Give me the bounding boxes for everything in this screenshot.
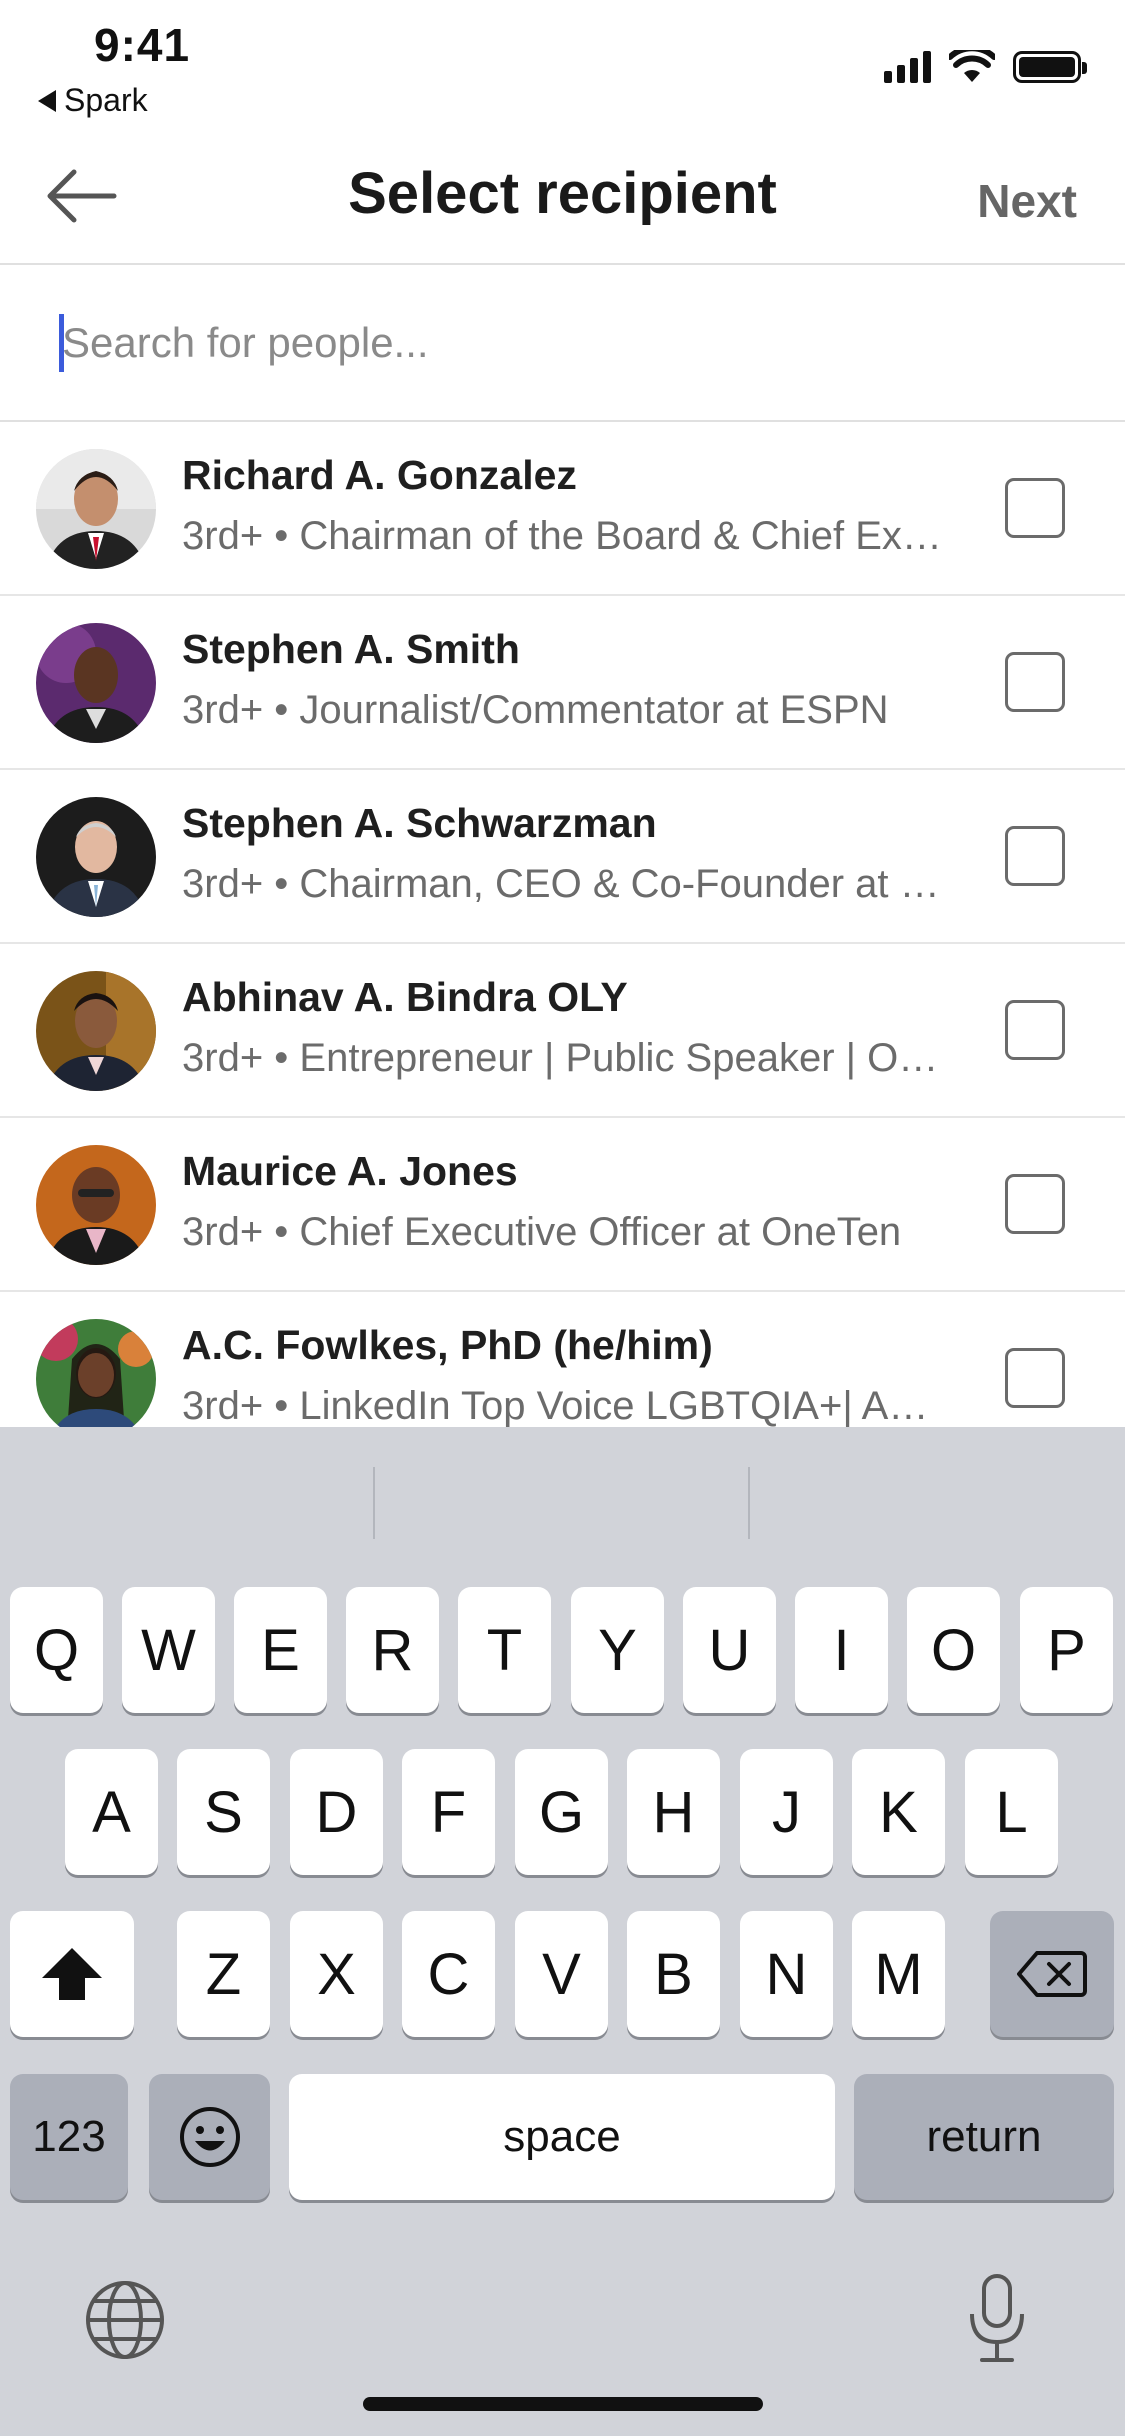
recipient-list[interactable]: Richard A. Gonzalez 3rd+ • Chairman of t… [0,422,1125,1427]
person-name: Maurice A. Jones [182,1148,518,1194]
key-u[interactable]: U [683,1587,776,1713]
key-l[interactable]: L [965,1749,1058,1875]
key-g[interactable]: G [515,1749,608,1875]
key-y[interactable]: Y [571,1587,664,1713]
next-button[interactable]: Next [977,174,1077,228]
battery-icon [1013,51,1087,83]
list-item[interactable]: A.C. Fowlkes, PhD (he/him) 3rd+ • Linked… [0,1292,1125,1427]
globe-icon[interactable] [84,2279,166,2361]
key-x[interactable]: X [290,1911,383,2037]
nav-header: Select recipient Next [0,130,1125,265]
person-name: Richard A. Gonzalez [182,452,577,498]
key-h[interactable]: H [627,1749,720,1875]
avatar [36,1319,156,1427]
person-subtitle: 3rd+ • Entrepreneur | Public Speaker | O… [182,1036,942,1080]
key-e[interactable]: E [234,1587,327,1713]
key-m[interactable]: M [852,1911,945,2037]
back-app-label: Spark [64,82,148,118]
space-key[interactable]: space [289,2074,835,2200]
key-d[interactable]: D [290,1749,383,1875]
page-title: Select recipient [348,161,777,226]
person-subtitle: 3rd+ • LinkedIn Top Voice LGBTQIA+| Auth… [182,1384,942,1427]
status-indicators [884,50,1087,84]
person-subtitle: 3rd+ • Chairman, CEO & Co-Founder at Bla… [182,862,942,906]
keyboard: Q W E R T Y U I O P A S D F G H J K L Z … [0,1427,1125,2436]
key-a[interactable]: A [65,1749,158,1875]
key-n[interactable]: N [740,1911,833,2037]
avatar [36,971,156,1091]
delete-key[interactable] [990,1911,1114,2037]
key-j[interactable]: J [740,1749,833,1875]
search-input[interactable] [62,303,1062,383]
back-triangle-icon [38,89,56,112]
list-item[interactable]: Stephen A. Schwarzman 3rd+ • Chairman, C… [0,770,1125,944]
suggestion-divider [748,1467,750,1539]
person-subtitle: 3rd+ • Journalist/Commentator at ESPN [182,688,889,732]
select-checkbox[interactable] [1005,1348,1065,1408]
key-k[interactable]: K [852,1749,945,1875]
key-w[interactable]: W [122,1587,215,1713]
status-time: 9:41 [94,19,191,71]
return-key[interactable]: return [854,2074,1114,2200]
search-bar [0,267,1125,422]
microphone-icon[interactable] [964,2272,1030,2364]
shift-key[interactable] [10,1911,134,2037]
avatar [36,449,156,569]
person-subtitle: 3rd+ • Chief Executive Officer at OneTen [182,1210,902,1254]
suggestion-divider [373,1467,375,1539]
select-checkbox[interactable] [1005,1000,1065,1060]
key-s[interactable]: S [177,1749,270,1875]
emoji-icon [179,2107,240,2167]
key-p[interactable]: P [1020,1587,1113,1713]
cellular-signal-icon [884,51,931,83]
select-checkbox[interactable] [1005,1174,1065,1234]
home-indicator[interactable] [363,2397,763,2411]
list-item[interactable]: Maurice A. Jones 3rd+ • Chief Executive … [0,1118,1125,1292]
list-item[interactable]: Stephen A. Smith 3rd+ • Journalist/Comme… [0,596,1125,770]
select-checkbox[interactable] [1005,652,1065,712]
key-f[interactable]: F [402,1749,495,1875]
status-bar: 9:41 Spark [0,0,1125,130]
key-b[interactable]: B [627,1911,720,2037]
numbers-key[interactable]: 123 [10,2074,128,2200]
person-subtitle: 3rd+ • Chairman of the Board & Chief Exe… [182,514,942,558]
emoji-key[interactable] [149,2074,270,2200]
key-c[interactable]: C [402,1911,495,2037]
select-checkbox[interactable] [1005,826,1065,886]
key-o[interactable]: O [907,1587,1000,1713]
wifi-icon [949,50,995,82]
list-item[interactable]: Abhinav A. Bindra OLY 3rd+ • Entrepreneu… [0,944,1125,1118]
person-name: Stephen A. Smith [182,626,520,672]
key-t[interactable]: T [458,1587,551,1713]
person-name: A.C. Fowlkes, PhD (he/him) [182,1322,713,1368]
person-name: Stephen A. Schwarzman [182,800,657,846]
backspace-icon [1017,1951,1087,1997]
key-i[interactable]: I [795,1587,888,1713]
key-r[interactable]: R [346,1587,439,1713]
key-q[interactable]: Q [10,1587,103,1713]
avatar [36,797,156,917]
list-item[interactable]: Richard A. Gonzalez 3rd+ • Chairman of t… [0,422,1125,596]
avatar [36,1145,156,1265]
back-to-app-link[interactable]: Spark [38,82,148,119]
key-v[interactable]: V [515,1911,608,2037]
select-checkbox[interactable] [1005,478,1065,538]
key-z[interactable]: Z [177,1911,270,2037]
avatar [36,623,156,743]
person-name: Abhinav A. Bindra OLY [182,974,628,1020]
shift-icon [42,1948,102,2000]
